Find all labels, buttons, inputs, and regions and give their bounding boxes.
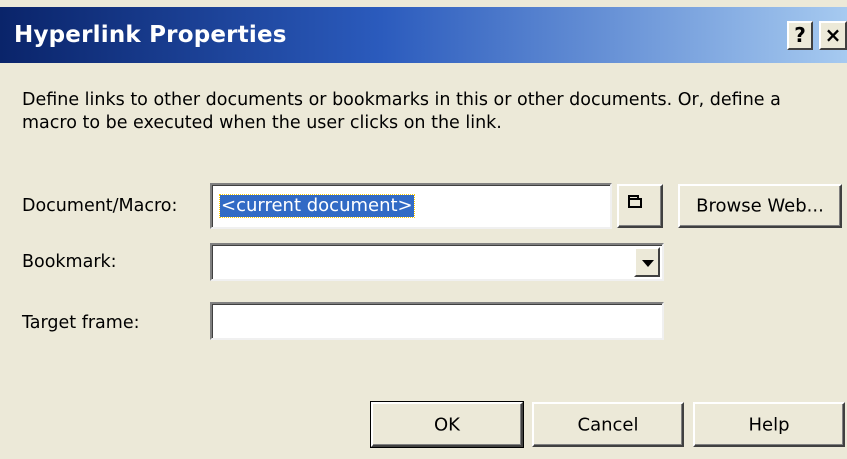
browse-web-button[interactable]: Browse Web... — [678, 184, 842, 228]
document-macro-label: Document/Macro: — [22, 196, 178, 216]
dropdown-arrow-button[interactable] — [634, 247, 660, 277]
hyperlink-properties-dialog: Hyperlink Properties ? × Define links to… — [0, 0, 847, 459]
document-macro-input[interactable]: <current document> — [210, 183, 612, 229]
dialog-title: Hyperlink Properties — [14, 22, 287, 48]
description-text: Define links to other documents or bookm… — [22, 90, 781, 133]
title-bar[interactable]: Hyperlink Properties ? × — [0, 7, 847, 63]
browse-folder-button[interactable] — [617, 184, 663, 228]
ok-button[interactable]: OK — [370, 401, 524, 448]
cancel-label: Cancel — [577, 414, 639, 435]
close-button[interactable]: × — [819, 21, 847, 50]
bookmark-dropdown[interactable] — [210, 243, 664, 281]
cancel-button[interactable]: Cancel — [532, 402, 684, 447]
help-button[interactable]: ? — [787, 21, 813, 50]
chevron-down-icon — [642, 260, 654, 267]
browse-web-label: Browse Web... — [696, 195, 824, 217]
target-frame-label: Target frame: — [22, 313, 140, 333]
ok-label: OK — [434, 414, 460, 435]
help-dialog-button[interactable]: Help — [693, 402, 845, 447]
bookmark-label: Bookmark: — [22, 252, 117, 272]
folder-icon — [628, 195, 642, 208]
target-frame-input[interactable] — [210, 302, 664, 340]
help-label: Help — [748, 414, 790, 435]
document-macro-value: <current document> — [219, 194, 415, 218]
